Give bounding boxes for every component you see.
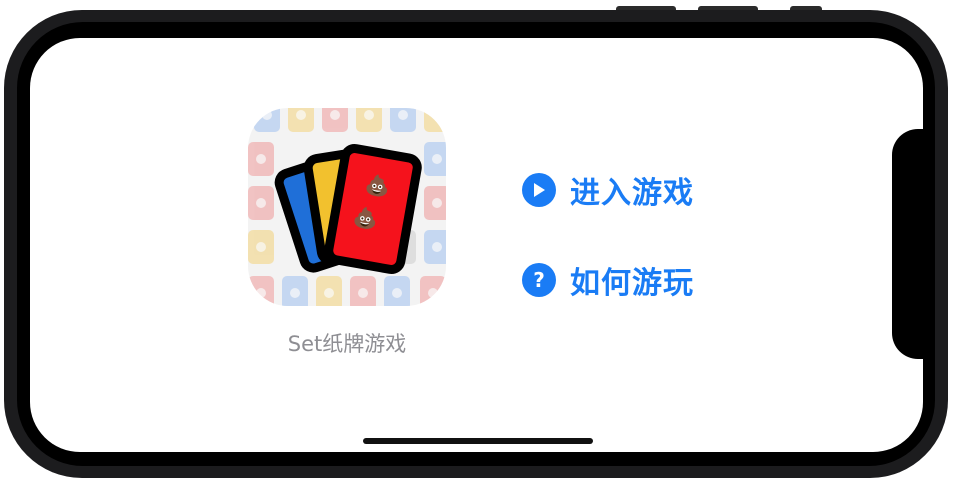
bg-tile xyxy=(254,108,280,132)
sensor-notch xyxy=(892,129,923,359)
bg-tile xyxy=(424,186,446,220)
bg-tile xyxy=(424,108,446,132)
bg-tile xyxy=(356,108,382,132)
home-indicator[interactable] xyxy=(363,438,593,444)
bg-tile xyxy=(288,108,314,132)
poop-symbol-icon: 💩 xyxy=(363,171,392,200)
bg-tile xyxy=(350,276,376,306)
bg-tile xyxy=(322,108,348,132)
enter-game-label: 进入游戏 xyxy=(570,176,694,211)
bg-tile xyxy=(420,276,446,306)
bg-tile xyxy=(282,276,308,306)
app-screen: 💩 💩 Set纸牌游戏 进入游戏 ? 如何游玩 xyxy=(30,38,923,452)
bg-tile xyxy=(424,142,446,176)
how-to-play-button[interactable]: ? 如何游玩 xyxy=(522,260,694,301)
bg-tile xyxy=(424,230,446,264)
play-circle-icon xyxy=(522,173,556,207)
how-to-play-label: 如何游玩 xyxy=(570,266,694,301)
bg-tile xyxy=(384,276,410,306)
question-circle-icon: ? xyxy=(522,263,556,297)
device-stage: 💩 💩 Set纸牌游戏 进入游戏 ? 如何游玩 xyxy=(0,0,954,490)
bg-tile xyxy=(248,186,274,220)
bg-tile xyxy=(248,276,274,306)
enter-game-button[interactable]: 进入游戏 xyxy=(522,170,694,211)
bg-tile xyxy=(316,276,342,306)
bg-tile xyxy=(390,108,416,132)
poop-symbol-icon: 💩 xyxy=(351,203,381,232)
question-mark-glyph: ? xyxy=(533,268,545,292)
bg-tile xyxy=(248,230,274,264)
app-name-label: Set纸牌游戏 xyxy=(287,332,407,356)
play-triangle xyxy=(534,183,545,197)
app-icon[interactable]: 💩 💩 xyxy=(248,108,446,306)
bg-tile xyxy=(248,142,274,176)
